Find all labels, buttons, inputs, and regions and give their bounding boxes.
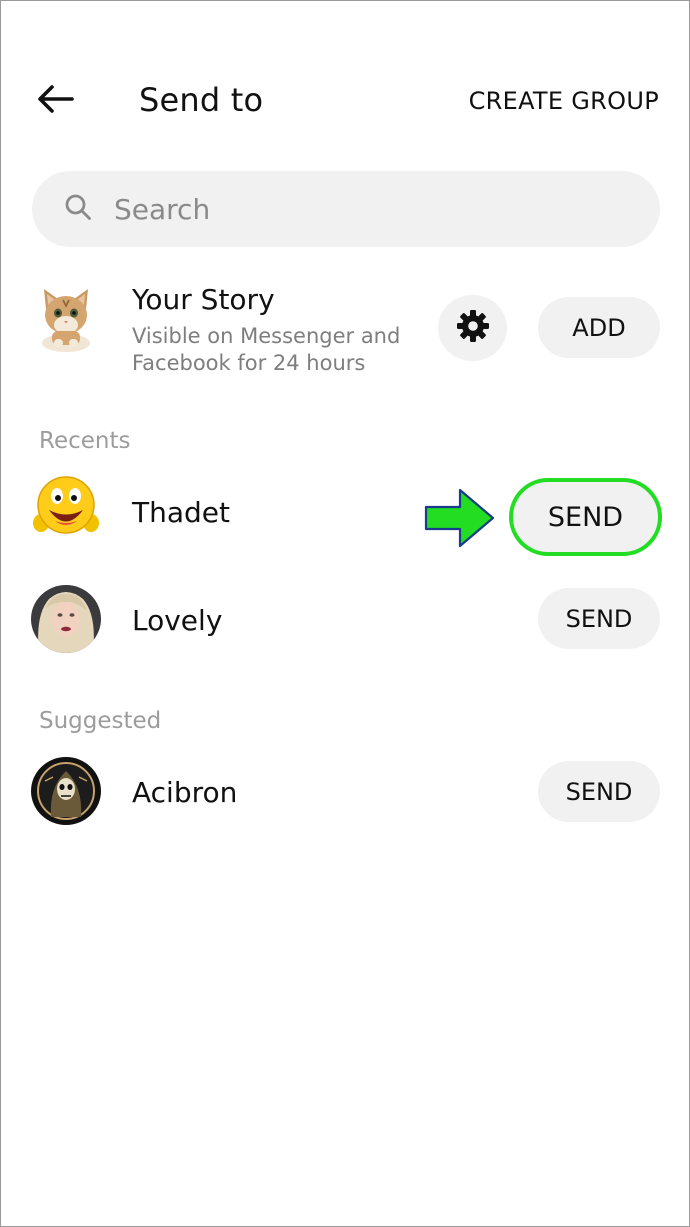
story-title: Your Story [132,283,275,316]
annotation-arrow-icon [424,487,496,549]
recents-heading: Recents [39,428,131,454]
lovely-avatar [31,585,101,653]
story-add-button[interactable]: ADD [538,297,660,358]
search-icon [64,193,92,225]
acibron-name: Acibron [132,776,238,809]
back-button[interactable] [31,79,79,123]
thadet-name: Thadet [132,496,230,529]
story-subtitle-line2: Facebook for 24 hours [132,351,366,375]
acibron-avatar [31,757,101,825]
acibron-send-button[interactable]: SEND [538,761,660,822]
gear-icon [455,308,491,348]
story-avatar [34,283,98,353]
lovely-send-button[interactable]: SEND [538,588,660,649]
lovely-name: Lovely [132,604,223,637]
arrow-left-icon [36,84,74,118]
create-group-button[interactable]: CREATE GROUP [469,87,659,115]
search-bar[interactable] [32,171,660,247]
story-subtitle-line1: Visible on Messenger and [132,324,401,348]
suggested-heading: Suggested [39,708,162,734]
thadet-avatar [31,475,101,539]
thadet-send-button[interactable]: SEND [509,478,662,556]
page-title: Send to [139,81,264,119]
story-settings-button[interactable] [438,295,507,361]
search-input[interactable] [112,191,596,227]
